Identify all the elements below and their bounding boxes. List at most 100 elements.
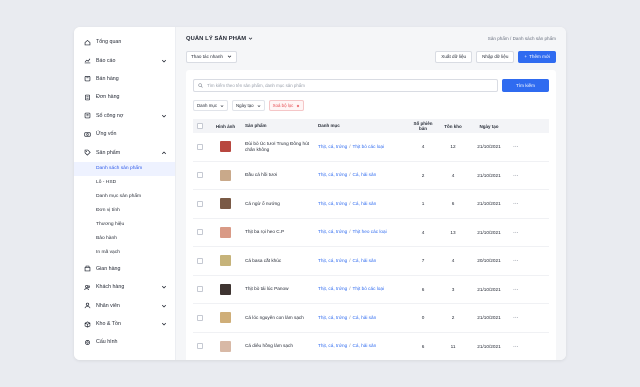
table-row[interactable]: Cá basa cắt khúc Thịt, cá, trứng / Cá, hải … bbox=[193, 247, 549, 276]
row-checkbox[interactable] bbox=[197, 229, 203, 236]
table-row[interactable]: Cá ngừ ổ nướng Thịt, cá, trứng / Cá, hải sả… bbox=[193, 190, 549, 219]
product-name[interactable]: Thịt ba rọi heo C.P bbox=[242, 229, 318, 235]
col-lots: Số phiên bản bbox=[408, 121, 438, 131]
more-options-icon[interactable]: ··· bbox=[510, 173, 522, 178]
table-row[interactable]: Đùi bò Úc tươi Trung Đông hút chân không… bbox=[193, 133, 549, 162]
filter-category[interactable]: Danh mục bbox=[193, 100, 229, 111]
row-checkbox[interactable] bbox=[197, 143, 203, 150]
clear-filters-button[interactable]: Xoá bộ lọc bbox=[268, 100, 305, 111]
category-link[interactable]: Thịt, cá, trứng bbox=[318, 229, 347, 234]
category-separator: / bbox=[349, 143, 351, 149]
action-bar: Thao tác nhanh Xuất dữ liệu Nhập dữ liệu… bbox=[186, 47, 556, 66]
sidebar-subitem[interactable]: Thương hiệu bbox=[74, 218, 175, 232]
sidebar-item-config[interactable]: Cấu hình bbox=[74, 333, 175, 351]
product-category: Thịt, cá, trứng / Thịt heo các loại bbox=[318, 229, 408, 235]
add-new-button[interactable]: + Thêm mới bbox=[518, 50, 556, 63]
row-checkbox[interactable] bbox=[197, 286, 203, 293]
category-link[interactable]: Thịt, cá, trứng bbox=[318, 315, 347, 320]
col-lots-line2: bản bbox=[418, 126, 427, 131]
more-options-icon[interactable]: ··· bbox=[510, 344, 522, 349]
row-checkbox[interactable] bbox=[197, 314, 203, 321]
subcategory-link[interactable]: Cá, hải sản bbox=[353, 172, 377, 177]
sidebar-subitem[interactable]: Bảo hành bbox=[74, 232, 175, 246]
sidebar-item-reports[interactable]: Báo cáo bbox=[74, 51, 175, 69]
search-button[interactable]: Tìm kiếm bbox=[502, 79, 549, 92]
sidebar-item-products[interactable]: Sản phẩm bbox=[74, 143, 175, 161]
export-button[interactable]: Xuất dữ liệu bbox=[435, 50, 473, 63]
row-checkbox[interactable] bbox=[197, 257, 203, 264]
product-name[interactable]: Đầu cá hồi tươi bbox=[242, 172, 318, 178]
more-options-icon[interactable]: ··· bbox=[510, 315, 522, 320]
import-button[interactable]: Nhập dữ liệu bbox=[476, 50, 515, 63]
quick-action-select[interactable]: Thao tác nhanh bbox=[186, 50, 237, 63]
product-thumbnail bbox=[220, 198, 231, 210]
more-options-icon[interactable]: ··· bbox=[510, 230, 522, 235]
more-options-icon[interactable]: ··· bbox=[510, 144, 522, 149]
sidebar-item-stall[interactable]: Gian hàng bbox=[74, 260, 175, 278]
product-name[interactable]: Cá lóc nguyên con làm sạch bbox=[242, 315, 318, 321]
page-title[interactable]: QUẢN LÝ SẢN PHẨM bbox=[186, 36, 253, 42]
sidebar-item-warehouse[interactable]: Kho & Tồn bbox=[74, 315, 175, 333]
subcategory-link[interactable]: Cá, hải sản bbox=[353, 343, 377, 348]
sidebar-item-advance[interactable]: Ứng vốn bbox=[74, 125, 175, 143]
product-category: Thịt, cá, trứng / Cá, hải sản bbox=[318, 315, 408, 321]
sidebar-item-dashboard[interactable]: Tổng quan bbox=[74, 33, 175, 51]
box-icon bbox=[84, 321, 91, 328]
product-name[interactable]: Cá basa cắt khúc bbox=[242, 258, 318, 264]
category-link[interactable]: Thịt, cá, trứng bbox=[318, 144, 347, 149]
sidebar-subitem[interactable]: In mã vạch bbox=[74, 246, 175, 260]
chevron-up-icon bbox=[161, 150, 167, 156]
more-options-icon[interactable]: ··· bbox=[510, 287, 522, 292]
sidebar-item-label: Gian hàng bbox=[96, 265, 121, 272]
sidebar-subitem[interactable]: Danh sách sản phẩm bbox=[74, 161, 175, 176]
product-name[interactable]: Cá diêu hồng làm sạch bbox=[242, 343, 318, 349]
quick-action-label: Thao tác nhanh bbox=[191, 54, 223, 59]
sidebar-subitem[interactable]: Danh mục sản phẩm bbox=[74, 190, 175, 204]
subcategory-link[interactable]: Thịt bò các loại bbox=[353, 144, 385, 149]
product-lots: 6 bbox=[421, 343, 425, 349]
select-all-checkbox[interactable] bbox=[197, 123, 203, 129]
sidebar-item-orders[interactable]: Đơn hàng bbox=[74, 88, 175, 106]
money-icon bbox=[84, 131, 91, 138]
category-link[interactable]: Thịt, cá, trứng bbox=[318, 343, 347, 348]
sidebar-subitem[interactable]: Đơn vị tính bbox=[74, 204, 175, 218]
table-row[interactable]: Cá lóc nguyên con làm sạch Thịt, cá, trứn… bbox=[193, 304, 549, 333]
product-name[interactable]: Đùi bò Úc tươi Trung Đông hút chân không bbox=[242, 141, 318, 153]
sidebar-item-sales[interactable]: Bán hàng bbox=[74, 70, 175, 88]
search-input[interactable]: Tìm kiếm theo tên sản phẩm, danh mục sản… bbox=[193, 79, 498, 92]
table-row[interactable]: Thịt bò tái lúc Panow Thịt, cá, trứng / Thị… bbox=[193, 276, 549, 304]
row-checkbox[interactable] bbox=[197, 200, 203, 207]
subcategory-link[interactable]: Thịt heo các loại bbox=[353, 229, 387, 234]
subcategory-link[interactable]: Cá, hải sản bbox=[353, 201, 377, 206]
product-lots: 0 bbox=[421, 315, 425, 321]
category-link[interactable]: Thịt, cá, trứng bbox=[318, 172, 347, 177]
category-link[interactable]: Thịt, cá, trứng bbox=[318, 286, 347, 291]
subcategory-link[interactable]: Cá, hải sản bbox=[353, 258, 377, 263]
sidebar-item-staff[interactable]: Nhân viên bbox=[74, 297, 175, 315]
row-checkbox[interactable] bbox=[197, 343, 203, 350]
sidebar-item-customers[interactable]: Khách hàng bbox=[74, 278, 175, 296]
product-created-date: 20/10/2021 bbox=[477, 258, 501, 264]
more-options-icon[interactable]: ··· bbox=[510, 258, 522, 263]
more-options-icon[interactable]: ··· bbox=[510, 201, 522, 206]
product-name[interactable]: Thịt bò tái lúc Panow bbox=[242, 286, 318, 292]
product-created-date: 21/10/2021 bbox=[477, 343, 501, 349]
product-name[interactable]: Cá ngừ ổ nướng bbox=[242, 201, 318, 207]
product-created-date: 21/10/2021 bbox=[477, 201, 501, 207]
sidebar-item-ledger[interactable]: Sổ công nợ bbox=[74, 107, 175, 125]
sidebar-item-label: Bán hàng bbox=[96, 75, 119, 82]
table-row[interactable]: Thịt ba rọi heo C.P Thịt, cá, trứng / Thịt … bbox=[193, 219, 549, 247]
subcategory-link[interactable]: Thịt bò các loại bbox=[353, 286, 385, 291]
sidebar-subitem[interactable]: Lô - HSD bbox=[74, 176, 175, 190]
category-link[interactable]: Thịt, cá, trứng bbox=[318, 201, 347, 206]
product-category: Thịt, cá, trứng / Cá, hải sản bbox=[318, 343, 408, 349]
filter-created-date[interactable]: Ngày tạo bbox=[232, 100, 265, 111]
table-row[interactable]: Cá diêu hồng làm sạch Thịt, cá, trứng / Cá,… bbox=[193, 333, 549, 361]
category-link[interactable]: Thịt, cá, trứng bbox=[318, 258, 347, 263]
chevron-down-icon bbox=[248, 37, 253, 40]
breadcrumb-root[interactable]: Sản phẩm bbox=[488, 36, 509, 41]
row-checkbox[interactable] bbox=[197, 172, 203, 179]
table-row[interactable]: Đầu cá hồi tươi Thịt, cá, trứng / Cá, hải s… bbox=[193, 162, 549, 190]
filter-category-label: Danh mục bbox=[197, 103, 218, 108]
subcategory-link[interactable]: Cá, hải sản bbox=[353, 315, 377, 320]
